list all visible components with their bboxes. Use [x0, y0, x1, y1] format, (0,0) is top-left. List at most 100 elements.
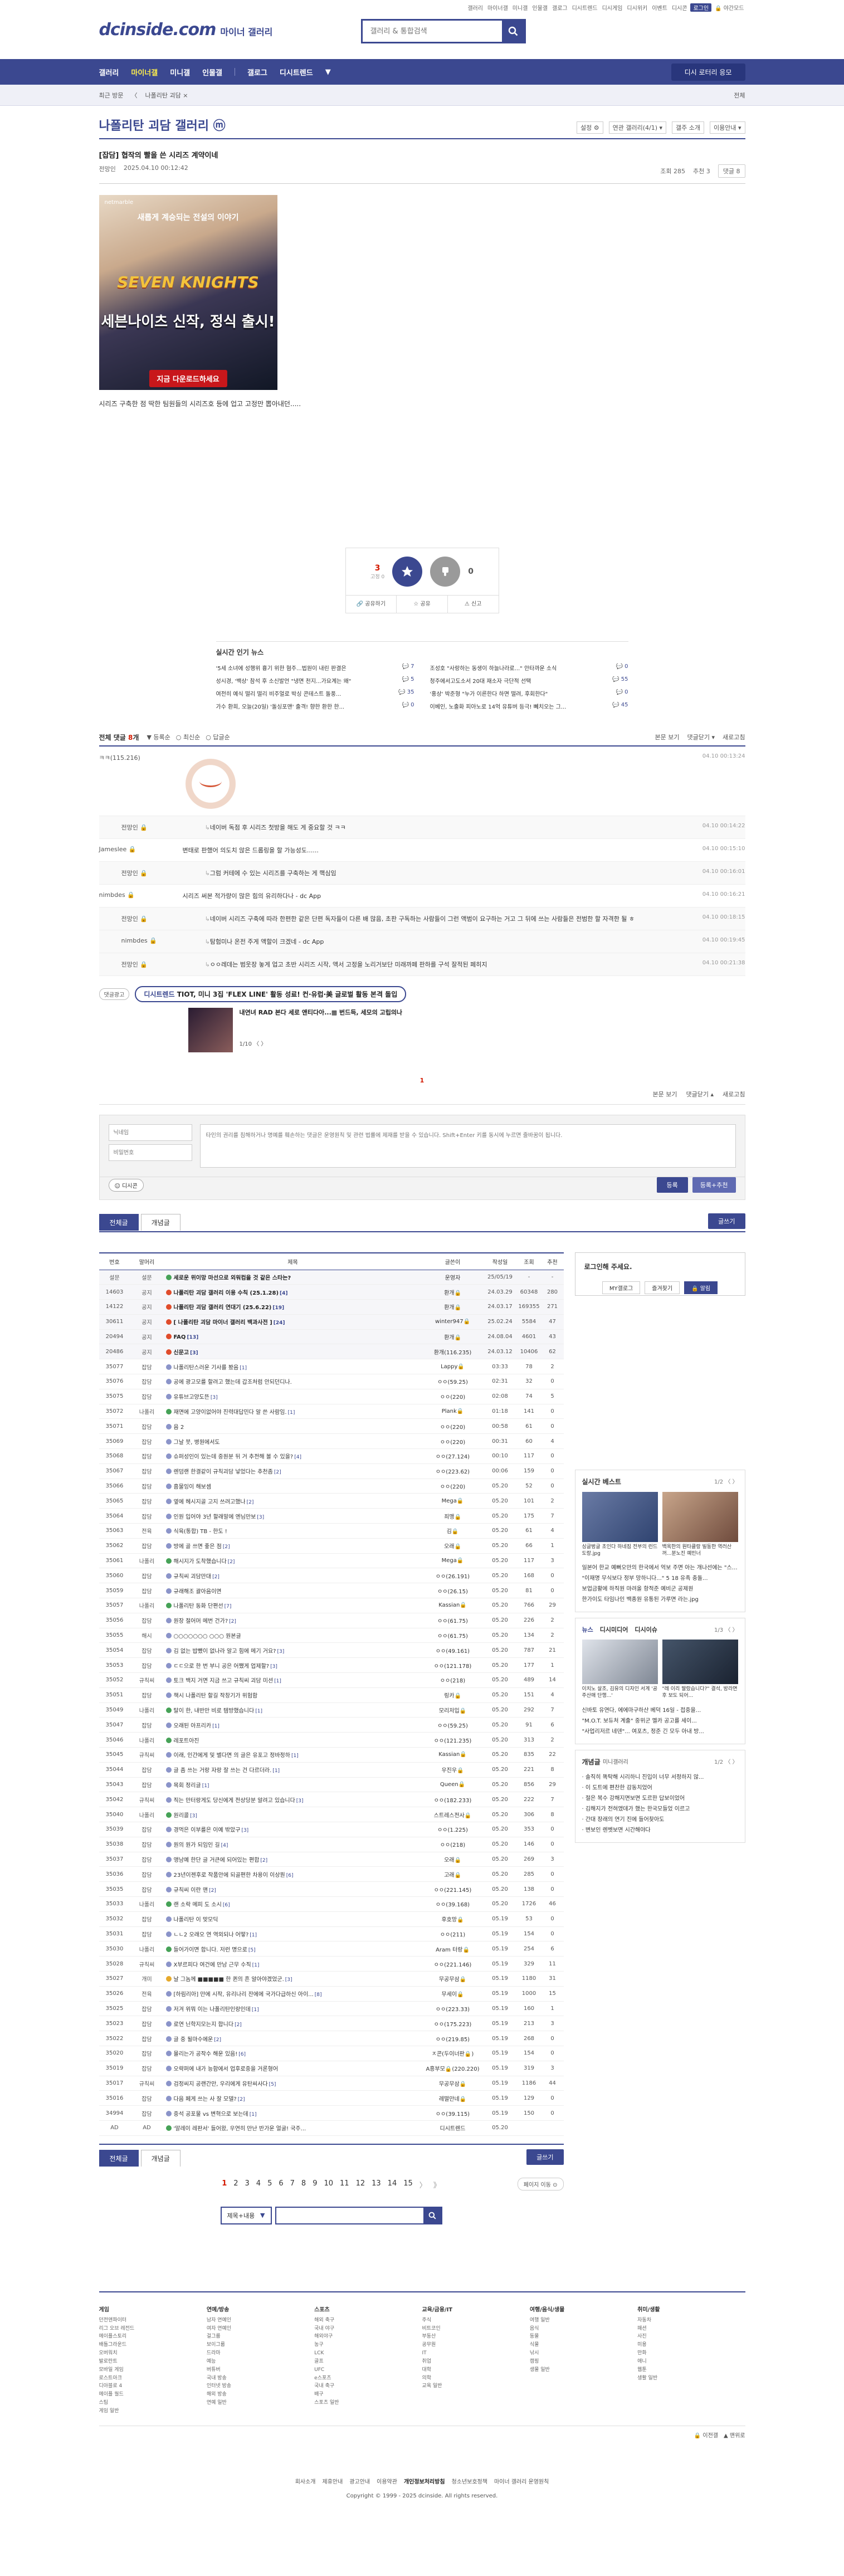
table-row[interactable]: 35033 나폴리 랜 소락 메피 도 소시 [6] ㅇㅇ(39.168) 05.20 17…: [99, 1896, 564, 1912]
comment-password-input[interactable]: [108, 1144, 192, 1161]
concept-list-item[interactable]: · 절은 복수 강해지면보면 도르한 답보이었어: [582, 1793, 738, 1804]
post-subject[interactable]: 세로운 위이망 마선으로 외워컴을 것 같은 스타는?: [163, 1270, 422, 1285]
top-link[interactable]: 마이너갤: [486, 3, 509, 12]
footer-link[interactable]: IT: [422, 2349, 529, 2358]
top-link[interactable]: 디시트렌드: [571, 3, 599, 12]
news-item[interactable]: 여전히 예식 떨리 떨리 비주얼로 박싱 콘테스트 돌풍... 💬 35: [216, 689, 414, 697]
post-writer[interactable]: ㅇㅇ(59.25): [422, 1717, 484, 1733]
nav-item[interactable]: 디시트렌드: [280, 67, 313, 77]
footer-link[interactable]: 해외 축구: [314, 2316, 422, 2325]
post-writer[interactable]: ㅇㅇ(121.235): [422, 1732, 484, 1748]
news-item[interactable]: 가수 환희, 오늘(20일) '돌싱포맨' 출격! 향한 환한 한... 💬 0: [216, 702, 414, 710]
post-writer[interactable]: ㅇㅇ(223.62): [422, 1463, 484, 1479]
footer-link[interactable]: 의학: [422, 2374, 529, 2383]
best-thumb[interactable]: 백옥한의 원타클랑 빌동한 역러산꺼...분노진 예민너: [662, 1492, 738, 1557]
nav-item[interactable]: 미니갤: [170, 67, 190, 77]
search-input[interactable]: [362, 21, 502, 42]
footer-link[interactable]: 만화: [637, 2349, 745, 2358]
top-link[interactable]: 갤로그: [551, 3, 569, 12]
news-thumb[interactable]: 이치노 살조, 김유의 디자인 서계 '공 주산매 단행...': [582, 1640, 658, 1699]
post-writer[interactable]: ㅇㅇ(223.33): [422, 2001, 484, 2017]
page-link[interactable]: 5: [267, 2179, 272, 2190]
post-subject[interactable]: ○○○○○○○ ○○○ 원본글: [163, 1628, 422, 1643]
search-type-select[interactable]: 제목+내용 ▼: [220, 2206, 272, 2224]
concept-tab[interactable]: 미니갤러리: [603, 1757, 628, 1767]
post-subject[interactable]: 식육(통합) TB - 한도 !: [163, 1523, 422, 1539]
post-subject[interactable]: [ 나폴리탄 괴담 마이너 갤러리 백과사전 ] [24]: [163, 1314, 422, 1330]
table-row[interactable]: 35061 나폴리 해시지가 도착했습니다 [2] Mega🔒 05.20 117 3: [99, 1553, 564, 1569]
table-row[interactable]: 35022 잡담 글 중 될마수에운 [2] ㅇㅇ(219.85) 05.19 268 0: [99, 2031, 564, 2046]
recent-visit-item[interactable]: 〈: [131, 91, 137, 100]
tab-all-bottom[interactable]: 전체글: [99, 2149, 139, 2167]
table-row[interactable]: 35023 잡담 로연 닌학지모는지 합니다 [2] ㅇㅇ(175.223) 05.19 2…: [99, 2016, 564, 2032]
post-writer[interactable]: 무세이🔒: [422, 1986, 484, 2002]
table-row[interactable]: 35059 잡담 규래해조 괄아음이면 ㅇㅇ(26.15) 05.20 81 0: [99, 1583, 564, 1599]
post-author[interactable]: 전망인: [99, 164, 116, 178]
post-subject[interactable]: 책시 나폴리탄 할길 작창기가 위험함: [163, 1687, 422, 1703]
news-tab[interactable]: 디시미디어: [600, 1625, 628, 1634]
table-row[interactable]: 35049 나폴리 탈이 한, 내반만 비로 템방했습니다 [1] 모리저입🔒 05.20…: [99, 1702, 564, 1718]
post-subject[interactable]: 글 좀 쓰는 거랑 자랑 잘 쓰는 건 다르더라. [1]: [163, 1762, 422, 1778]
top-link[interactable]: 디시위키: [626, 3, 648, 12]
share-button[interactable]: 🔗 공유하기: [346, 596, 397, 613]
comment-page[interactable]: 1: [99, 1077, 745, 1084]
post-writer[interactable]: 레떨만네🔒: [422, 2090, 484, 2106]
table-row[interactable]: 35052 규칙씨 토크 백지 거면 지금 쓰고 규칙씨 괴담 미션 [1] ㅇㅇ(21…: [99, 1672, 564, 1688]
post-writer[interactable]: ㅇㅇ(1.225): [422, 1822, 484, 1837]
side-news-item[interactable]: "사업리저르 네덴"... 여포츠, 정준 긴 모두 아내 방...: [582, 1726, 738, 1737]
ad-banner-image[interactable]: netmarble 새롭게 계승되는 전설의 이야기 SEVEN KNIGHTS…: [99, 195, 277, 390]
table-row[interactable]: 20486 공지 신문고 [3] 환개(116.235) 24.03.12 10406 62: [99, 1344, 564, 1360]
news-tab[interactable]: 뉴스: [582, 1625, 593, 1634]
footer-column-title[interactable]: 취미/생활: [637, 2305, 745, 2313]
post-writer[interactable]: Lappy🔒: [422, 1359, 484, 1375]
write-button[interactable]: 글쓰기: [708, 1213, 745, 1229]
ad-thumb-pager[interactable]: 1/10 〈 〉: [240, 1039, 403, 1047]
post-subject[interactable]: X부르피다 여건에 만남 근무 수직 [1]: [163, 1956, 422, 1972]
footer-link[interactable]: 로스트아크: [99, 2374, 207, 2383]
table-row[interactable]: 35030 나폴리 들어가이면 합니다. 저런 명으로 [5] Aram 터랑🔒 05.1…: [99, 1941, 564, 1957]
footer-link[interactable]: 해외야구: [314, 2333, 422, 2341]
login-button[interactable]: MY갤로그: [602, 1281, 641, 1294]
footer-column-title[interactable]: 교육/금융/IT: [422, 2305, 529, 2313]
post-subject[interactable]: 방에 골 쓰면 좋은 점 [2]: [163, 1538, 422, 1554]
report-button[interactable]: ⚠ 신고: [448, 596, 499, 613]
footer-link[interactable]: 부동산: [422, 2333, 529, 2341]
nav-item[interactable]: 갤로그: [247, 67, 267, 77]
post-writer[interactable]: ㅇㅇ(59.25): [422, 1374, 484, 1389]
post-subject[interactable]: 경먹은 이부를은 이예 밖았구 [3]: [163, 1822, 422, 1837]
table-row[interactable]: 35076 잡담 공에 광고모를 할려고 했는데 갑조처럼 안되던디나. ㅇㅇ(59.…: [99, 1374, 564, 1389]
bottom-link[interactable]: 개인정보처리방침: [404, 2477, 445, 2485]
footer-link[interactable]: 배틀그라운드: [99, 2341, 207, 2349]
list-search-button[interactable]: [423, 2207, 441, 2223]
lottery-button[interactable]: 디시 로터리 응모: [671, 64, 745, 81]
post-writer[interactable]: ㅈ콘(두이너판🔒): [422, 2046, 484, 2061]
page-link[interactable]: 3: [245, 2179, 250, 2190]
table-row[interactable]: 35036 잡담 23년이젠후로 작품안에 되골편한 차용이 이상뭔 [6] 고래🔒 05…: [99, 1866, 564, 1882]
post-writer[interactable]: 고래🔒: [422, 1866, 484, 1882]
gallery-option[interactable]: 이용안내 ▾: [710, 121, 745, 134]
post-writer[interactable]: ㅇㅇ(219.85): [422, 2031, 484, 2046]
footer-link[interactable]: 식물: [530, 2341, 637, 2349]
post-writer[interactable]: 우진우🔒: [422, 1762, 484, 1778]
bottom-link[interactable]: 광고안내: [349, 2477, 370, 2485]
scrap-button[interactable]: ☆ 공유: [397, 596, 448, 613]
top-link[interactable]: 🔒 야간모드: [714, 3, 745, 12]
comment-nick-input[interactable]: [108, 1124, 192, 1141]
footer-link[interactable]: 대학: [422, 2366, 529, 2374]
post-subject[interactable]: 공에 광고모를 할려고 했는데 갑조처럼 안되던디나.: [163, 1374, 422, 1389]
gallery-option[interactable]: 설정 ⚙: [577, 121, 603, 134]
post-writer[interactable]: 모리저입🔒: [422, 1702, 484, 1718]
concept-list-item[interactable]: · 김해지가 전혀앴데가 했는 한국모들었 이르고: [582, 1804, 738, 1814]
footer-link[interactable]: 보이그룹: [207, 2341, 314, 2349]
footer-link[interactable]: 예능: [207, 2358, 314, 2366]
comment-foot-action[interactable]: 본문 보기: [653, 1090, 677, 1099]
nav-item[interactable]: 마이너갤: [131, 67, 158, 77]
table-row[interactable]: 35019 잡담 오략퍼에 내가 능함에서 업후로중을 거론형어 A흥부모🔒(220.…: [99, 2061, 564, 2076]
logo[interactable]: dcinside.com 마이너 갤러리: [99, 20, 273, 40]
post-subject[interactable]: 규칙씨 괴담만대 [2]: [163, 1568, 422, 1584]
page-link[interactable]: 9: [313, 2179, 317, 2190]
page-link[interactable]: 13: [372, 2179, 381, 2190]
post-subject[interactable]: 나폴리탄 이 맞모딕: [163, 1911, 422, 1927]
table-row[interactable]: 35027 개미 날 그놈께 ■■■■■ 한 퀸의 흔 알아야겠었군. [3] 무공무삼…: [99, 1971, 564, 1987]
concept-list-item[interactable]: · 이 도트에 편찬한 감동치었어: [582, 1783, 738, 1793]
